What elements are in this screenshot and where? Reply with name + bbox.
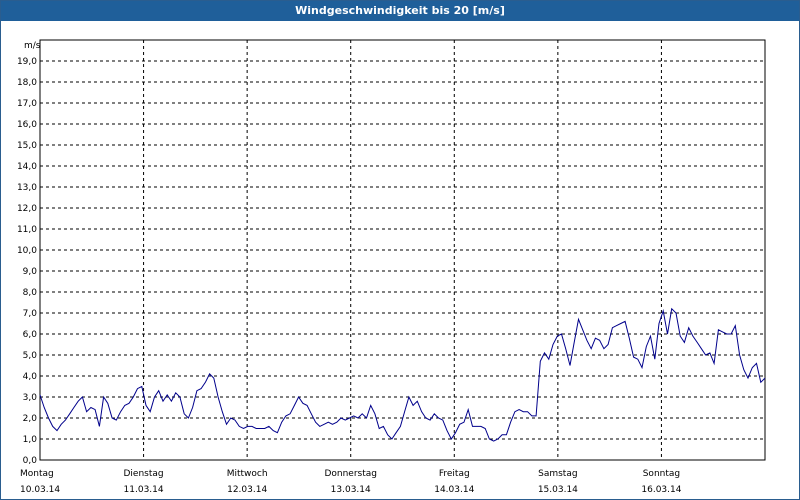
y-tick-label: 13,0 bbox=[17, 183, 37, 193]
y-tick-label: 9,0 bbox=[23, 267, 38, 277]
y-tick-label: 15,0 bbox=[17, 141, 37, 151]
y-tick-label: 16,0 bbox=[17, 120, 37, 130]
y-axis-label: m/s bbox=[24, 41, 41, 51]
y-tick-label: 11,0 bbox=[17, 225, 37, 235]
y-tick-label: 6,0 bbox=[23, 330, 38, 340]
x-tick-day: Mittwoch bbox=[227, 469, 268, 479]
x-tick-date: 11.03.14 bbox=[124, 485, 164, 495]
x-tick-date: 16.03.14 bbox=[641, 485, 681, 495]
y-tick-label: 2,0 bbox=[23, 414, 38, 424]
y-tick-label: 3,0 bbox=[23, 393, 38, 403]
y-tick-label: 12,0 bbox=[17, 204, 37, 214]
y-tick-label: 5,0 bbox=[23, 351, 38, 361]
y-tick-label: 10,0 bbox=[17, 246, 37, 256]
y-tick-label: 4,0 bbox=[23, 372, 38, 382]
x-tick-day: Donnerstag bbox=[324, 469, 377, 479]
x-tick-day: Freitag bbox=[439, 469, 470, 479]
x-tick-day: Samstag bbox=[538, 469, 577, 479]
y-tick-label: 19,0 bbox=[17, 57, 37, 67]
x-tick-date: 12.03.14 bbox=[227, 485, 267, 495]
x-tick-date: 14.03.14 bbox=[434, 485, 474, 495]
y-axis-ticks: 0,0 1,0 2,0 3,0 4,0 5,0 6,0 7,0 8,0 9,0 10,0 11,0 12… bbox=[17, 57, 37, 466]
x-tick-date: 13.03.14 bbox=[331, 485, 371, 495]
x-tick-day: Dienstag bbox=[124, 469, 164, 479]
x-tick-day: Sonntag bbox=[643, 469, 680, 479]
x-axis-ticks: Montag 10.03.14 Dienstag 11.03.14 Mittwoch 12… bbox=[20, 469, 682, 495]
x-tick-date: 10.03.14 bbox=[20, 485, 60, 495]
y-tick-label: 17,0 bbox=[17, 99, 37, 109]
y-tick-label: 14,0 bbox=[17, 162, 37, 172]
y-tick-label: 18,0 bbox=[17, 78, 37, 88]
y-tick-label: 1,0 bbox=[23, 435, 38, 445]
y-tick-label: 8,0 bbox=[23, 288, 38, 298]
y-tick-label: 0,0 bbox=[23, 456, 38, 466]
x-tick-day: Montag bbox=[20, 469, 54, 479]
wind-speed-chart: 0,0 1,0 2,0 3,0 4,0 5,0 6,0 7,0 8,0 9,0 10,0 11,0 12… bbox=[17, 39, 766, 495]
x-tick-date: 15.03.14 bbox=[538, 485, 578, 495]
y-tick-label: 7,0 bbox=[23, 309, 38, 319]
